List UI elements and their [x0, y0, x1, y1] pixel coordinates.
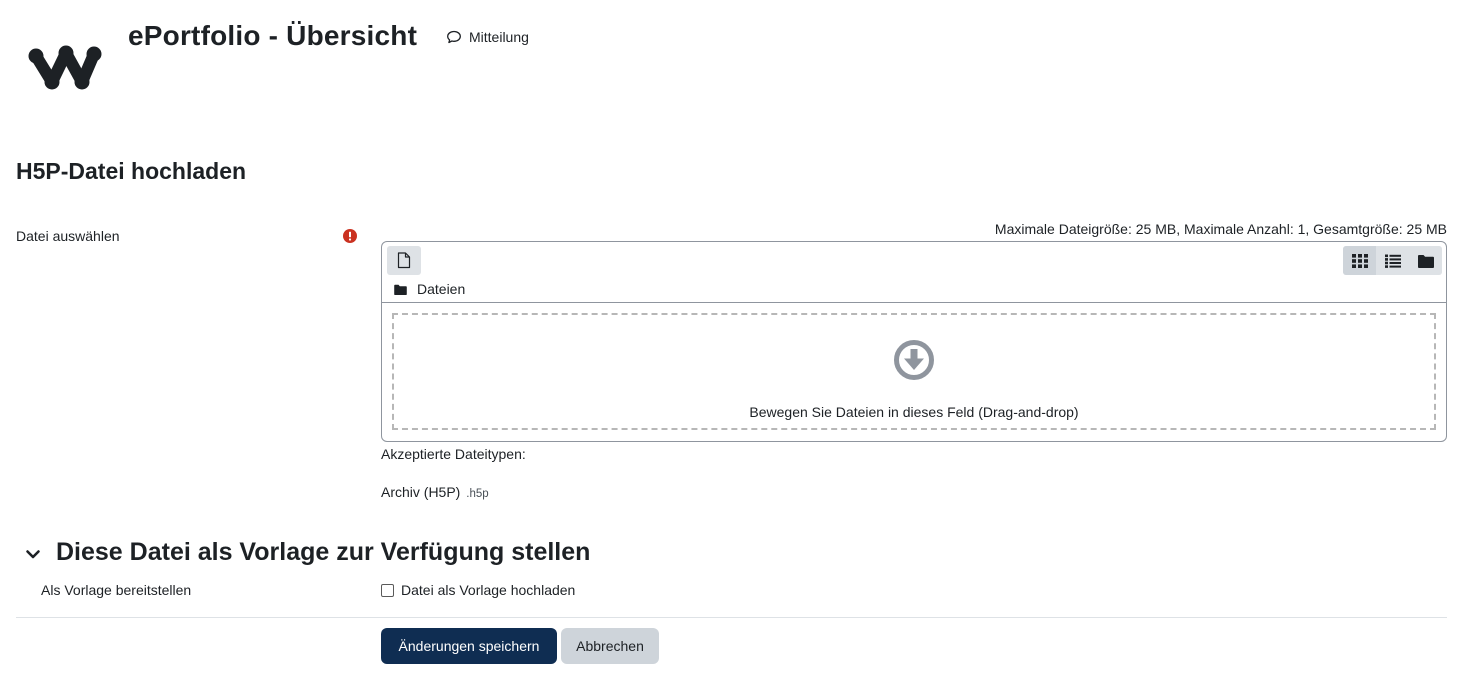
folder-icon	[394, 284, 407, 295]
template-checkbox-label[interactable]: Datei als Vorlage hochladen	[401, 582, 575, 598]
chat-bubble-icon	[447, 30, 461, 44]
view-list-button[interactable]	[1376, 246, 1409, 275]
site-logo	[28, 44, 104, 94]
template-checkbox[interactable]	[381, 584, 394, 597]
save-button[interactable]: Änderungen speichern	[381, 628, 557, 664]
view-switcher	[1343, 246, 1442, 275]
divider	[382, 302, 1446, 303]
template-section-heading[interactable]: Diese Datei als Vorlage zur Verfügung st…	[56, 538, 590, 567]
breadcrumb: Dateien	[394, 281, 465, 297]
divider	[16, 617, 1447, 618]
add-file-button[interactable]	[387, 246, 421, 275]
drop-zone-text: Bewegen Sie Dateien in dieses Feld (Drag…	[749, 404, 1079, 420]
page-title: ePortfolio - Übersicht	[128, 20, 418, 51]
file-size-info: Maximale Dateigröße: 25 MB, Maximale Anz…	[994, 221, 1447, 237]
file-field-label: Datei auswählen	[16, 228, 120, 244]
accepted-type-extension: .h5p	[466, 488, 489, 500]
accepted-type-item: Archiv (H5P) .h5p	[381, 484, 489, 500]
file-manager: Dateien Bewegen Sie Dateien in dieses Fe…	[381, 241, 1447, 442]
drop-zone[interactable]: Bewegen Sie Dateien in dieses Feld (Drag…	[392, 313, 1436, 430]
view-icons-button[interactable]	[1343, 246, 1376, 275]
template-row-label: Als Vorlage bereitstellen	[41, 582, 192, 598]
message-label: Mitteilung	[469, 29, 529, 45]
list-icon	[1384, 254, 1401, 268]
folder-icon	[1417, 254, 1434, 268]
accepted-type-name: Archiv (H5P)	[381, 484, 461, 500]
accepted-types-label: Akzeptierte Dateitypen:	[381, 446, 526, 462]
breadcrumb-label[interactable]: Dateien	[417, 281, 465, 297]
section-heading: H5P-Datei hochladen	[16, 158, 247, 184]
download-arrow-icon	[894, 340, 934, 380]
file-icon	[397, 252, 411, 269]
required-icon	[343, 229, 357, 243]
view-tree-button[interactable]	[1409, 246, 1442, 275]
grid-icon	[1351, 253, 1368, 268]
message-link[interactable]: Mitteilung	[446, 29, 529, 45]
cancel-button[interactable]: Abbrechen	[561, 628, 659, 664]
chevron-down-icon[interactable]	[24, 545, 42, 563]
